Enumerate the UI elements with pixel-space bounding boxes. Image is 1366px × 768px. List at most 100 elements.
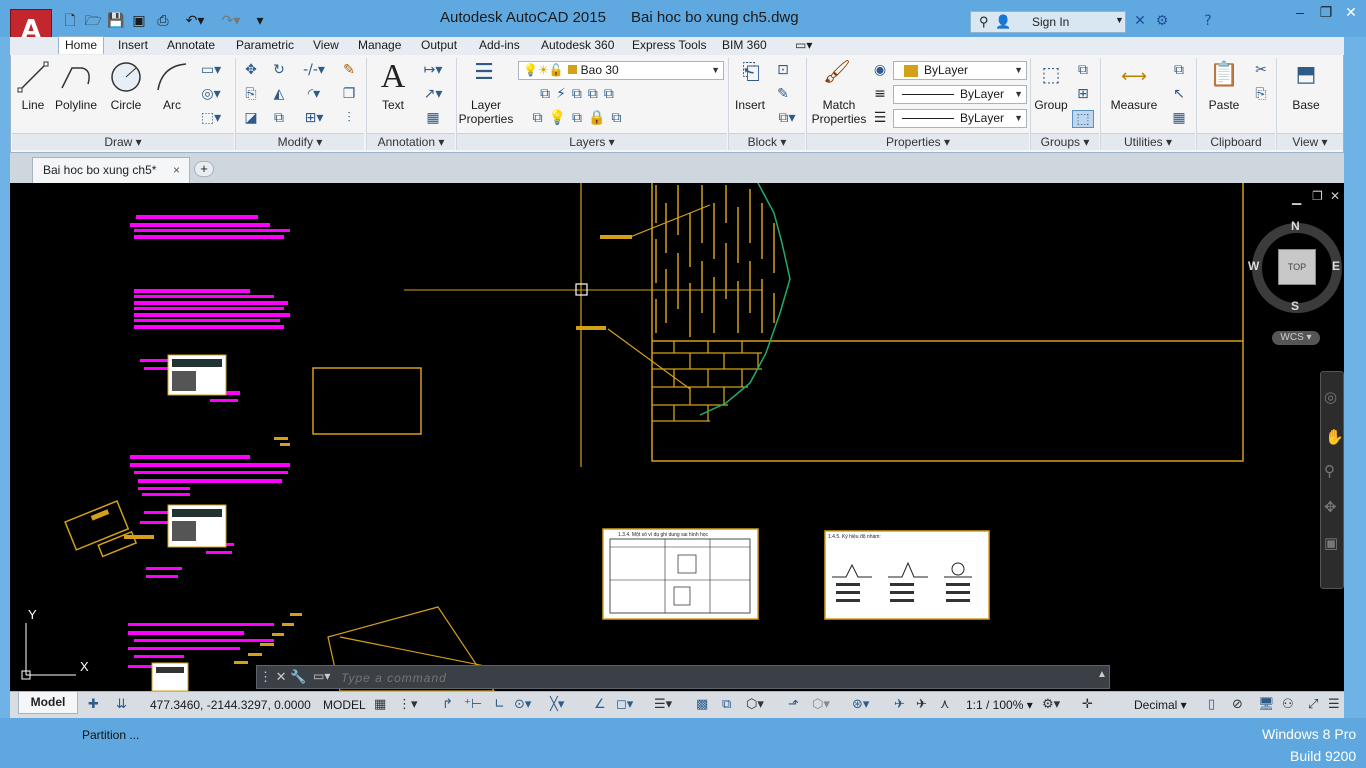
dynamic-input-icon[interactable]: ⁺⊢ — [464, 697, 482, 712]
new-icon[interactable]: 🗋 — [60, 11, 80, 31]
clean-screen-icon[interactable]: ⤢ — [1308, 697, 1318, 712]
plot-icon[interactable]: ⎙ — [153, 11, 173, 31]
create-block-icon[interactable]: ⊡ — [772, 62, 794, 78]
utilities-panel-title[interactable]: Utilities ▾ — [1101, 133, 1195, 150]
line-icon[interactable] — [16, 60, 50, 94]
tab-add-ins[interactable]: Add-ins — [479, 37, 520, 55]
ribbon-toggle-icon[interactable]: ▭▾ — [795, 37, 812, 55]
properties-panel-title[interactable]: Properties ▾ — [807, 133, 1029, 150]
ungroup-icon[interactable]: ⧉ — [1072, 62, 1094, 78]
quick-select-icon[interactable]: ⧉ — [1168, 62, 1190, 78]
pan-icon[interactable]: ✋ — [1325, 428, 1344, 446]
insert-button[interactable]: Insert — [730, 98, 770, 112]
tab-autodesk-360[interactable]: Autodesk 360 — [541, 37, 614, 55]
exchange-icon[interactable]: ✕ — [1130, 11, 1150, 31]
compass-s[interactable]: S — [1291, 299, 1299, 313]
color-dropdown[interactable]: ByLayer ▼ — [893, 61, 1027, 80]
offset-icon[interactable]: ⫶ — [338, 110, 360, 126]
lock-ui-icon[interactable]: ⊘ — [1232, 697, 1243, 712]
stretch-icon[interactable]: ◪ — [240, 110, 262, 126]
gizmo-icon[interactable]: ⊛▾ — [852, 697, 869, 712]
circle-icon[interactable] — [108, 60, 144, 94]
redo-icon[interactable]: ↷▾ — [214, 11, 248, 31]
dynamic-ucs-icon[interactable]: ⬏ — [788, 697, 799, 712]
tab-bim-360[interactable]: BIM 360 — [722, 37, 767, 55]
annotation-panel-title[interactable]: Annotation ▾ — [367, 133, 455, 150]
layout-menu-icon[interactable]: ⇊ — [116, 697, 127, 712]
attribute-icon[interactable]: ⧉▾ — [772, 110, 802, 126]
viewcube-top[interactable]: TOP — [1278, 249, 1316, 285]
group-select-icon[interactable]: ⬚ — [1072, 110, 1094, 128]
steering-wheel-icon[interactable]: ◎ — [1324, 388, 1337, 406]
text-icon[interactable]: A — [376, 58, 410, 96]
tab-output[interactable]: Output — [421, 37, 457, 55]
new-tab-button[interactable]: + — [194, 161, 214, 177]
rotate-icon[interactable]: ↻ — [268, 62, 290, 78]
move-icon[interactable]: ✥ — [240, 62, 262, 78]
quick-properties-icon[interactable]: ▯ — [1208, 697, 1215, 712]
base-view-icon[interactable]: ⬒ — [1290, 62, 1322, 87]
layers-panel-title[interactable]: Layers ▾ — [457, 133, 727, 150]
table-icon[interactable]: ▦ — [416, 110, 450, 126]
3d-osnap-icon[interactable]: ⬡▾ — [746, 697, 764, 712]
workspace-gear-icon[interactable]: ⚙▾ — [1042, 697, 1060, 712]
layer-dropdown[interactable]: 💡☀🔓 Bao 30 ▼ — [518, 61, 724, 80]
draw-panel-title[interactable]: Draw ▾ — [12, 133, 234, 150]
arc-icon[interactable] — [154, 60, 190, 94]
command-close-icon[interactable]: ⋮ ✕ 🔧 — [259, 669, 309, 687]
minimize-button[interactable]: – — [1286, 0, 1314, 26]
close-icon[interactable]: × — [173, 158, 180, 182]
undo-icon[interactable]: ↶▾ — [178, 11, 212, 31]
isodraft-icon[interactable]: ╳▾ — [550, 697, 564, 712]
taskbar-item-partition[interactable]: Partition ... — [82, 728, 139, 742]
wcs-menu[interactable]: WCS ▾ — [1272, 331, 1320, 345]
document-tab[interactable]: Bai hoc bo xung ch5* × — [32, 157, 190, 183]
model-space-button[interactable]: MODEL — [323, 698, 366, 712]
annotation-monitor-icon[interactable]: ✛ — [1082, 697, 1093, 712]
save-icon[interactable]: 💾 — [106, 11, 126, 31]
compass-w[interactable]: W — [1248, 259, 1259, 273]
qat-menu-icon[interactable]: ▾ — [250, 11, 270, 31]
select-all-icon[interactable]: ↖ — [1168, 86, 1190, 102]
viewport-minimize-icon[interactable]: ▁ — [1292, 191, 1301, 205]
help-icon[interactable]: ? — [1198, 11, 1218, 31]
base-button[interactable]: Base — [1286, 98, 1326, 112]
measure-button[interactable]: Measure — [1108, 98, 1160, 112]
match-properties-icon[interactable]: 🖌 — [820, 60, 854, 85]
linetype-dropdown[interactable]: ByLayer ▼ — [893, 85, 1027, 104]
infer-constraints-icon[interactable]: ↱ — [442, 697, 453, 712]
polyline-button[interactable]: Polyline — [52, 98, 100, 112]
color-wheel-icon[interactable]: ◉ — [870, 62, 890, 78]
customization-icon[interactable]: ☰ — [1328, 697, 1340, 712]
grid-icon[interactable]: ▦ — [374, 697, 386, 712]
rectangle-icon[interactable]: ▭▾ — [196, 62, 226, 78]
lineweight-icon[interactable]: ≡ — [870, 86, 890, 102]
paste-button[interactable]: Paste — [1202, 98, 1246, 112]
group-edit-icon[interactable]: ⊞ — [1072, 86, 1094, 102]
circle-button[interactable]: Circle — [106, 98, 146, 112]
tab-view[interactable]: View — [313, 37, 339, 55]
lineweight-toggle-icon[interactable]: ☰▾ — [654, 697, 672, 712]
polyline-icon[interactable] — [58, 60, 94, 94]
viewport-close-icon[interactable]: ✕ — [1330, 189, 1340, 203]
drawing-canvas[interactable]: Y X 1.3.4. Một số ví dụ ghi dung sai hìn… — [10, 183, 1344, 691]
array-icon[interactable]: ⊞▾ — [296, 110, 332, 126]
groups-panel-title[interactable]: Groups ▾ — [1031, 133, 1099, 150]
tab-annotate[interactable]: Annotate — [167, 37, 215, 55]
viewport-restore-icon[interactable]: ❐ — [1312, 189, 1323, 203]
dimension-icon[interactable]: ↦▾ — [416, 62, 450, 78]
command-history-icon[interactable]: ▲ — [1097, 669, 1107, 680]
clipboard-panel-title[interactable]: Clipboard — [1197, 133, 1275, 150]
measure-icon[interactable]: ⟷ — [1116, 66, 1152, 87]
snap-icon[interactable]: ⋮▾ — [398, 697, 418, 712]
layer-properties-icon[interactable]: ☰ — [468, 60, 500, 85]
linetype-icon[interactable]: ☰ — [870, 110, 890, 126]
scale-icon[interactable]: ⧉ — [268, 110, 290, 126]
connect-icon[interactable]: ⚙ — [1152, 11, 1172, 31]
model-layout-tab[interactable]: Model — [18, 692, 78, 714]
chevron-down-icon[interactable]: ▼ — [1115, 15, 1124, 25]
save-as-icon[interactable]: ▣ — [129, 11, 149, 31]
tab-manage[interactable]: Manage — [358, 37, 401, 55]
erase-icon[interactable]: ✎ — [338, 62, 360, 78]
region-icon[interactable]: ⬚▾ — [196, 110, 226, 126]
